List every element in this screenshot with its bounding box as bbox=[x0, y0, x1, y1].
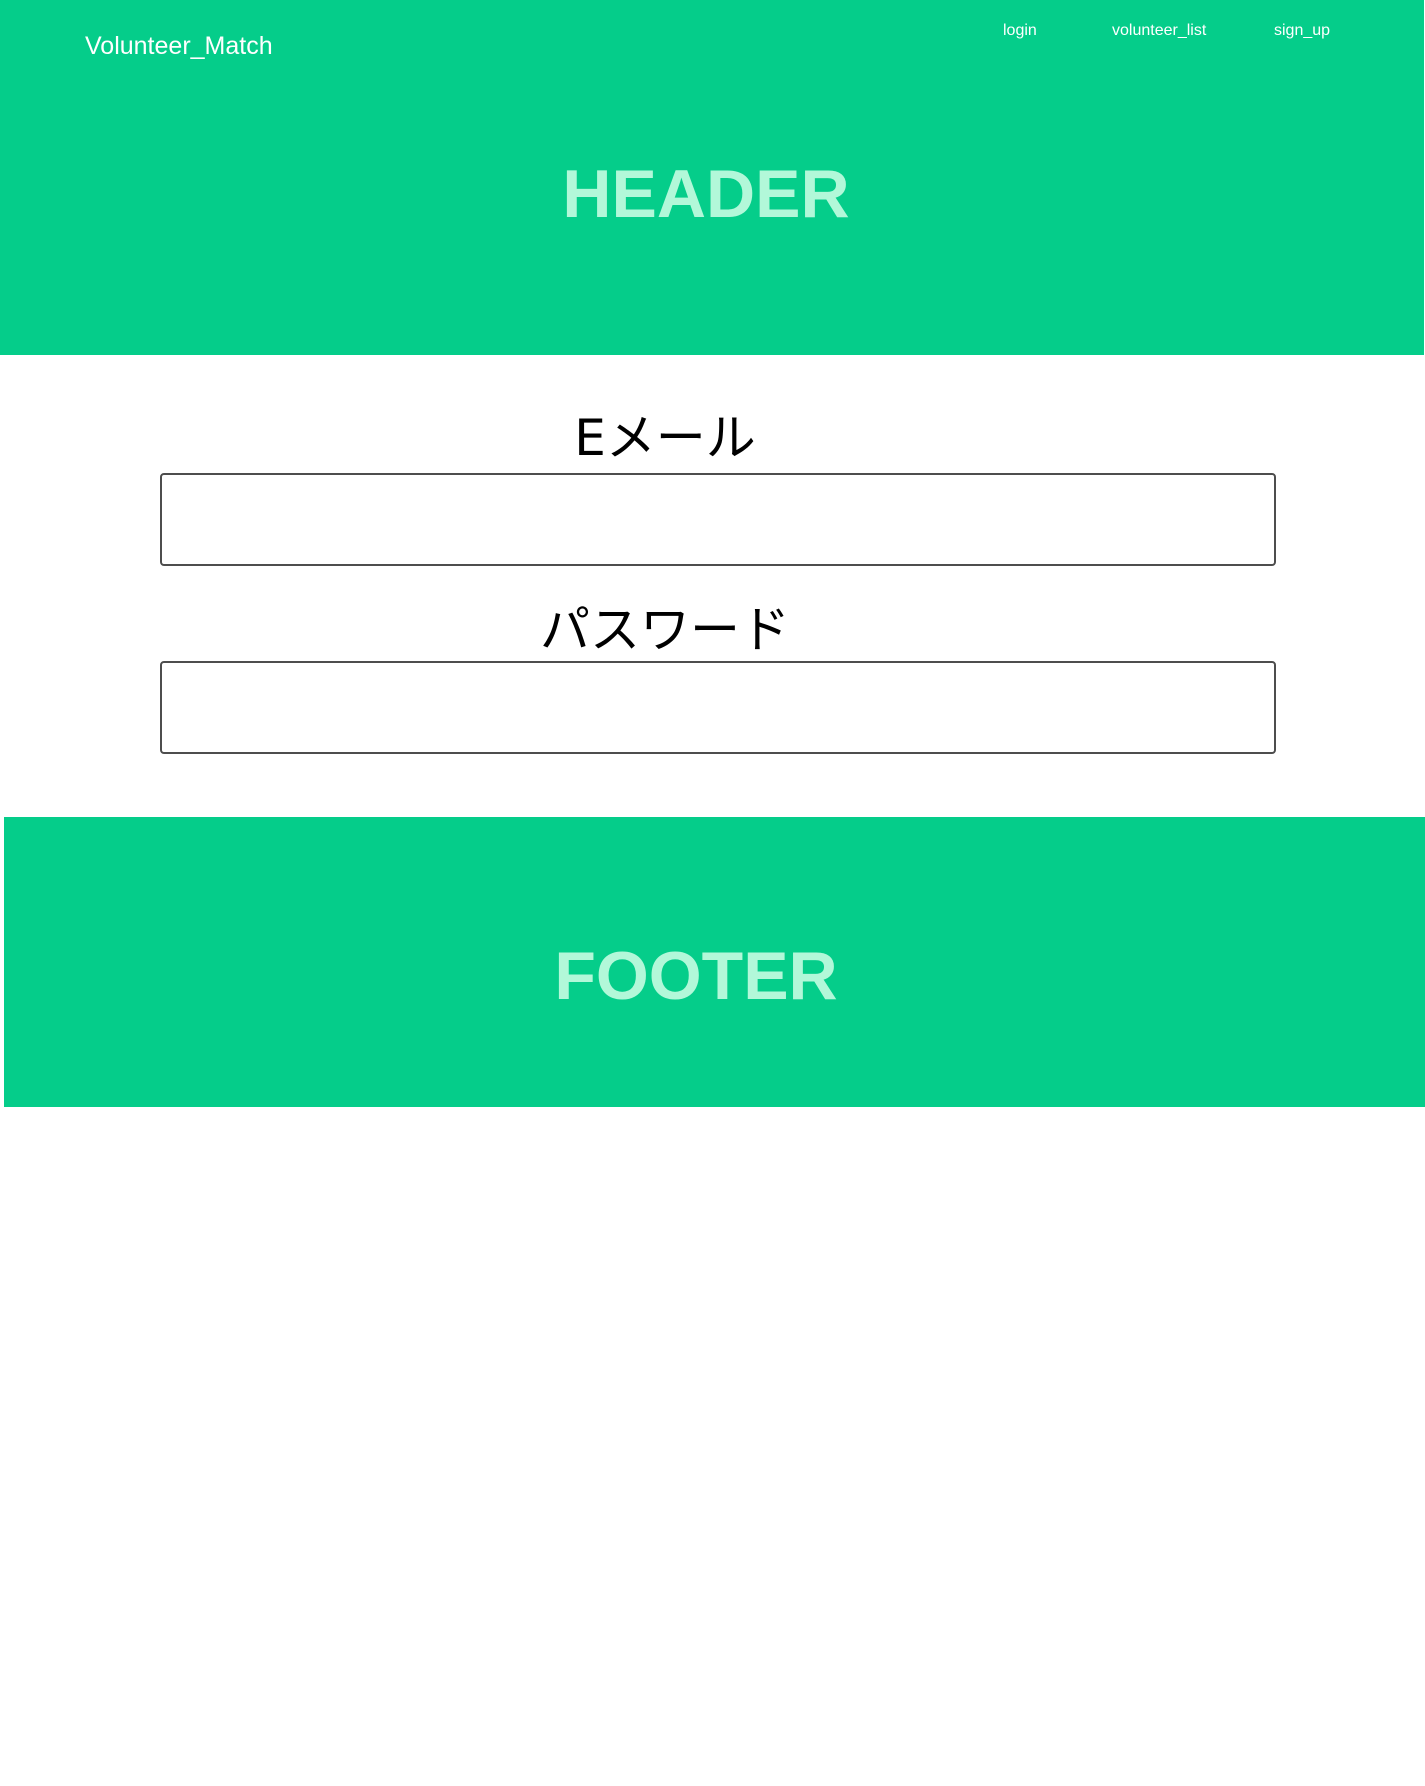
email-label: Eメール bbox=[574, 409, 756, 467]
site-header: Volunteer_Match login volunteer_list sig… bbox=[0, 0, 1424, 355]
nav-volunteer-list-link[interactable]: volunteer_list bbox=[1112, 22, 1206, 40]
footer-title: FOOTER bbox=[554, 938, 838, 1014]
password-label: パスワード bbox=[540, 601, 790, 659]
header-title: HEADER bbox=[562, 156, 850, 232]
nav-login-link[interactable]: login bbox=[1003, 22, 1037, 40]
email-field[interactable] bbox=[160, 473, 1276, 566]
nav-sign-up-link[interactable]: sign_up bbox=[1274, 22, 1330, 40]
site-footer: FOOTER bbox=[4, 817, 1425, 1107]
password-field[interactable] bbox=[160, 661, 1276, 754]
brand-logo-link[interactable]: Volunteer_Match bbox=[85, 32, 273, 61]
